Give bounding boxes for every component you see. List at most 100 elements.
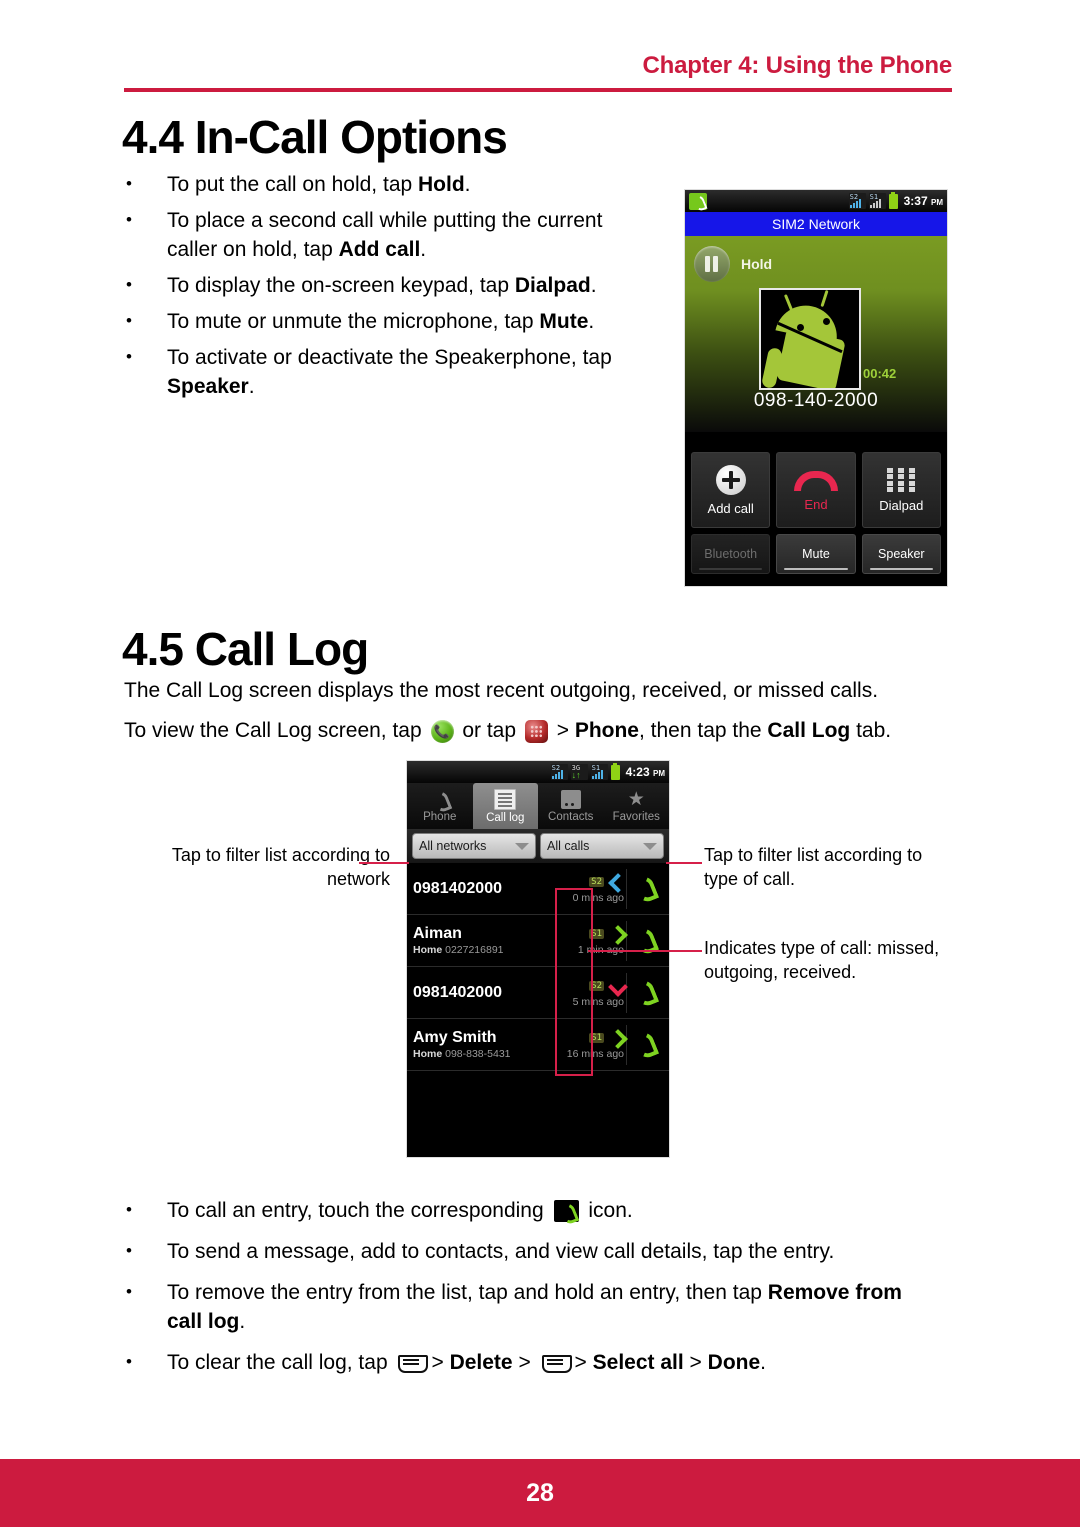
battery-icon [610,762,620,780]
primary-button-row: Add call End Dialpad [691,452,941,528]
table-row[interactable]: 0981402000 S2 5 mins ago [407,967,669,1019]
annotation-leader-line [666,862,702,864]
entry-sub-label: Home [413,943,443,956]
call-log-intro-paragraph: The Call Log screen displays the most re… [124,679,879,702]
hold-label: Hold [741,256,773,272]
entry-info: 0981402000 [413,880,550,898]
entry-sub: Home 0227216891 [413,944,550,957]
call-log-howto-paragraph: To view the Call Log screen, tap or tap … [124,716,954,746]
call-back-button[interactable] [626,1024,663,1065]
avatar [759,288,861,390]
signal-sim2-icon: S1 [868,193,886,209]
call-log-screenshot: S2 3G S1 4:23 PM Phone Call log Contacts [406,760,670,1158]
data-label: 3G [571,764,581,772]
phone-tab-icon [430,790,450,809]
page-header: Chapter 4: Using the Phone [124,52,953,84]
mute-button[interactable]: Mute [776,534,856,574]
list-item: To clear the call log, tap > Delete > > … [122,1347,942,1377]
end-call-icon [793,469,838,491]
bullet-suffix: . [420,238,427,261]
tab-contacts[interactable]: Contacts [538,783,604,829]
howto-part-4: , then tap the [638,719,768,742]
signal-sim2-icon: S1 [590,764,608,780]
hold-icon[interactable] [694,246,730,282]
clock-meridiem: PM [931,198,943,207]
clock-meridiem: PM [653,769,665,778]
tab-bar: Phone Call log Contacts ★ Favorites [407,783,669,829]
list-item: To send a message, add to contacts, and … [122,1236,942,1266]
status-bar: S2 3G S1 4:23 PM [407,761,669,783]
annotation-call-type-filter: Tap to filter list according to type of … [704,845,923,889]
table-row[interactable]: Aiman Home 0227216891 S1 1 min ago [407,915,669,967]
missed-call-arrow-icon [609,978,624,993]
end-call-button[interactable]: End [776,452,856,528]
bullet-gt-3: > [574,1351,593,1374]
speaker-button[interactable]: Speaker [861,534,941,574]
call-back-button[interactable] [626,972,663,1013]
section-heading-call-log: 4.5 Call Log [122,623,369,675]
entry-name: Amy Smith [413,1028,497,1046]
network-filter-dropdown[interactable]: All networks [412,833,536,859]
tab-call-log-label: Call log [486,811,525,824]
bullet-text: To call an entry, touch the correspondin… [167,1199,550,1222]
call-log-empty-area [407,1071,669,1151]
tab-phone-label: Phone [423,810,457,823]
entry-name: 0981402000 [413,983,502,1001]
list-item: To place a second call while putting the… [122,205,642,264]
tab-call-log[interactable]: Call log [472,783,538,829]
phone-dialer-icon [430,719,454,743]
tab-phone[interactable]: Phone [407,783,473,829]
signal-sim1-icon: S2 [550,764,568,780]
howto-part-3: > [550,719,575,742]
add-call-icon [715,464,746,495]
call-log-tab-icon [494,788,517,810]
chevron-down-icon [643,842,657,850]
entry-sub: Home 098-838-5431 [413,1048,550,1061]
call-log-list: 0981402000 S2 0 mins ago Aiman Home 0227… [407,863,669,1151]
call-back-button[interactable] [626,920,663,961]
annotation-call-type-indicator: Indicates type of call: missed, outgoing… [704,938,940,982]
call-log-bullet-list: To call an entry, touch the correspondin… [122,1195,942,1389]
tab-favorites[interactable]: ★ Favorites [604,783,670,829]
table-row[interactable]: Amy Smith Home 098-838-5431 S1 16 mins a… [407,1019,669,1071]
bullet-suffix: . [590,274,597,297]
call-icon [631,976,659,1009]
bullet-suffix: . [248,375,255,398]
call-type-filter-label: All calls [547,839,590,853]
sim-badge: S2 [589,876,604,887]
entry-name: Aiman [413,924,462,942]
bullet-bold: Hold [418,173,465,196]
contacts-tab-icon [560,789,581,809]
howto-bold-call-log: Call Log [767,719,851,742]
call-back-button[interactable] [626,868,663,909]
table-row[interactable]: 0981402000 S2 0 mins ago [407,863,669,915]
secondary-button-row: Bluetooth Mute Speaker [691,534,941,574]
bullet-bold: Speaker [167,375,249,398]
entry-sub-number: 098-838-5431 [445,1047,511,1060]
call-type-filter-dropdown[interactable]: All calls [540,833,664,859]
status-bar-right: S2 S1 3:37 PM [848,191,943,209]
bullet-gt-2: > [512,1351,537,1374]
bullet-suffix: . [760,1351,766,1374]
app-launcher-icon [524,719,548,743]
favorites-tab-icon: ★ [627,788,645,810]
network-filter-label: All networks [419,839,487,853]
bullet-gt-4: > [683,1351,708,1374]
in-call-phone-icon [689,192,707,210]
outgoing-call-arrow-icon [609,926,624,941]
chapter-title: Chapter 4: Using the Phone [642,52,953,79]
android-antenna-right-icon [820,290,829,308]
bullet-bold: Dialpad [514,274,591,297]
entry-name: 0981402000 [413,879,502,897]
dialpad-button[interactable]: Dialpad [861,452,941,528]
bluetooth-button[interactable]: Bluetooth [691,534,771,574]
call-icon [631,872,659,905]
bullet-text: To put the call on hold, tap [167,173,419,196]
bullet-text: To display the on-screen keypad, tap [167,274,515,297]
section-heading-in-call: 4.4 In-Call Options [122,111,508,163]
bullet-suffix: . [464,173,471,196]
annotation-leader-line [588,950,702,952]
header-rule [124,88,952,92]
add-call-button[interactable]: Add call [691,452,771,528]
battery-icon [888,191,898,209]
